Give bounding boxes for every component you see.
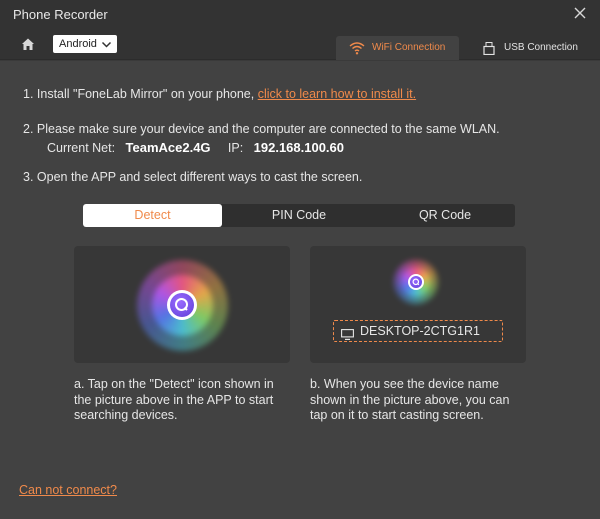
chevron-down-icon — [101, 38, 112, 49]
tab-detect[interactable]: Detect — [83, 204, 222, 227]
title-bar: Phone Recorder — [0, 0, 600, 30]
cannot-connect-link[interactable]: Can not connect? — [19, 483, 117, 497]
step-1: 1. Install "FoneLab Mirror" on your phon… — [23, 87, 416, 101]
device-name: DESKTOP-2CTG1R1 — [360, 324, 480, 338]
ip-label: IP: — [227, 141, 244, 155]
tab-usb-connection[interactable]: USB Connection — [468, 36, 588, 60]
wifi-icon — [349, 41, 365, 55]
toolbar: Android WiFi Connection USB Connection — [0, 30, 600, 60]
ip-value: 192.168.100.60 — [253, 140, 345, 155]
os-select-value: Android — [59, 38, 97, 50]
detect-illustration-card — [74, 246, 290, 363]
close-icon[interactable] — [572, 5, 588, 21]
network-info: Current Net: TeamAce2.4G IP: 192.168.100… — [47, 140, 344, 155]
home-icon[interactable] — [20, 36, 36, 52]
current-net-label: Current Net: — [47, 141, 116, 155]
step-1-text: 1. Install "FoneLab Mirror" on your phon… — [23, 87, 258, 101]
step-2: 2. Please make sure your device and the … — [23, 122, 500, 136]
device-name-item[interactable]: DESKTOP-2CTG1R1 — [333, 320, 503, 342]
main-content: 1. Install "FoneLab Mirror" on your phon… — [0, 61, 600, 519]
tab-pin-code[interactable]: PIN Code — [229, 204, 369, 227]
device-search-icon — [410, 276, 422, 288]
tab-wifi-label: WiFi Connection — [372, 42, 446, 53]
detect-description: a. Tap on the "Detect" icon shown in the… — [74, 377, 274, 422]
monitor-icon — [341, 326, 354, 340]
tab-wifi-connection[interactable]: WiFi Connection — [336, 36, 459, 60]
os-select[interactable]: Android — [53, 35, 117, 53]
app-title: Phone Recorder — [13, 7, 108, 22]
install-guide-link[interactable]: click to learn how to install it. — [258, 87, 416, 101]
tab-qr-code[interactable]: QR Code — [375, 204, 515, 227]
device-illustration-card: DESKTOP-2CTG1R1 — [310, 246, 526, 363]
step-3: 3. Open the APP and select different way… — [23, 170, 363, 184]
device-description: b. When you see the device name shown in… — [310, 377, 510, 422]
usb-icon — [483, 41, 495, 56]
cast-method-tabs: Detect PIN Code QR Code — [83, 204, 515, 227]
detect-search-icon[interactable] — [170, 293, 194, 317]
tab-usb-label: USB Connection — [504, 42, 578, 53]
current-net-value: TeamAce2.4G — [125, 140, 211, 155]
